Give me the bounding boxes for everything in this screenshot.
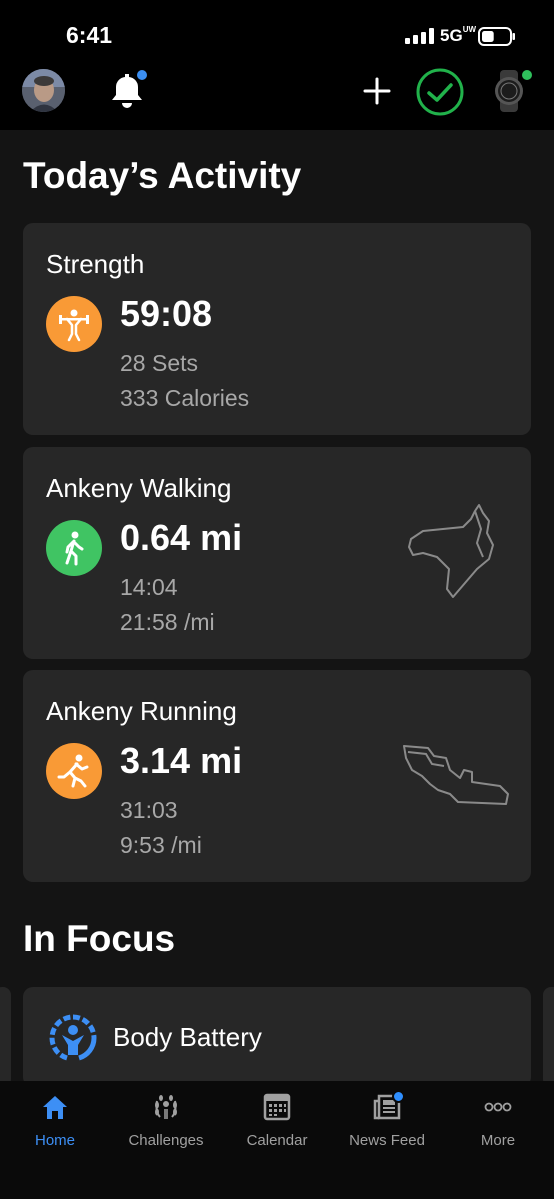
activity-detail-2: 333 Calories [120, 385, 250, 411]
section-title-in-focus: In Focus [23, 918, 176, 959]
body-battery-icon [49, 1014, 97, 1061]
tab-home[interactable]: Home [0, 1081, 110, 1161]
top-nav [0, 60, 554, 130]
tab-label: Challenges [128, 1132, 204, 1149]
tab-challenges[interactable]: Challenges [111, 1081, 221, 1161]
weightlifting-icon [59, 309, 89, 342]
add-button[interactable] [358, 72, 396, 110]
notifications-button[interactable] [105, 68, 149, 112]
tab-label: News Feed [349, 1132, 425, 1149]
focus-card-label: Body Battery [113, 1022, 262, 1052]
activity-title: Ankeny Running [46, 696, 237, 726]
tab-label: Home [34, 1132, 75, 1149]
tab-more[interactable]: More [443, 1081, 553, 1161]
focus-card-next-peek[interactable] [543, 987, 554, 1087]
home-icon [43, 1096, 67, 1119]
news-feed-badge [392, 1090, 405, 1103]
activity-card-running[interactable]: Ankeny Running 3.14 mi 31:03 9:53 /mi [23, 670, 531, 882]
laurel-icon [155, 1095, 177, 1119]
plus-icon [363, 77, 391, 105]
activity-card-walking[interactable]: Ankeny Walking 0.64 mi 14:04 21:58 /mi [23, 447, 531, 659]
section-title-todays-activity: Today’s Activity [23, 155, 302, 196]
running-icon [57, 754, 89, 788]
profile-avatar[interactable] [22, 69, 65, 112]
status-time: 6:41 [66, 22, 113, 48]
route-map-thumbnail [403, 745, 509, 805]
bottom-tab-bar: Home Challenges Calendar News Feed More [0, 1081, 554, 1199]
activity-detail-1: 28 Sets [120, 350, 198, 376]
activity-detail-2: 9:53 /mi [120, 832, 202, 858]
calendar-icon [263, 1093, 291, 1121]
activity-title: Strength [46, 249, 145, 279]
battery-icon [478, 27, 515, 46]
activity-type-badge [46, 520, 102, 576]
activity-detail-2: 21:58 /mi [120, 609, 215, 635]
activity-primary-value: 59:08 [120, 293, 213, 334]
activity-primary-value: 3.14 mi [120, 740, 243, 781]
tab-calendar[interactable]: Calendar [222, 1081, 332, 1161]
smartwatch-icon [495, 70, 532, 112]
walking-icon [65, 531, 84, 566]
more-dots-icon [484, 1102, 512, 1112]
status-bar: 6:41 5GUW [0, 0, 554, 60]
focus-card-body-battery[interactable]: Body Battery [23, 987, 531, 1087]
activity-primary-value: 0.64 mi [120, 517, 243, 558]
activity-type-badge [46, 743, 102, 799]
tab-label: Calendar [246, 1132, 308, 1149]
activity-detail-1: 14:04 [120, 574, 178, 600]
activity-card-strength[interactable]: Strength 59:08 28 Sets 333 Calories [23, 223, 531, 435]
activity-title: Ankeny Walking [46, 473, 232, 503]
focus-card-prev-peek[interactable] [0, 987, 11, 1087]
cellular-signal-icon [405, 28, 434, 44]
tab-label: More [480, 1132, 516, 1149]
sync-check-icon [416, 68, 464, 116]
network-type: 5GUW [440, 25, 477, 46]
activity-detail-1: 31:03 [120, 797, 178, 823]
route-map-thumbnail [408, 504, 494, 598]
sync-status-button[interactable] [414, 66, 466, 118]
activity-type-badge [46, 296, 102, 352]
device-button[interactable] [488, 66, 534, 116]
tab-news-feed[interactable]: News Feed [332, 1081, 442, 1161]
bell-icon [112, 70, 147, 108]
